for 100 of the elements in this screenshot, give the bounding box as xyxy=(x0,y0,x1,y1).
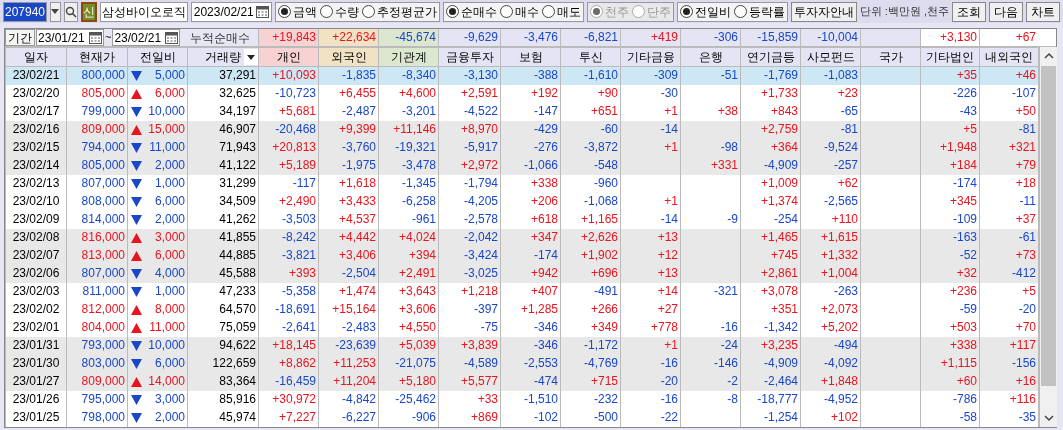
code-field[interactable]: 207940 xyxy=(3,1,47,22)
table-cell: +206 xyxy=(500,192,561,211)
column-header[interactable]: 사모펀드 xyxy=(800,47,861,67)
radio-option[interactable]: 등락률 xyxy=(733,2,785,21)
table-cell: -25,462 xyxy=(378,390,439,409)
column-header[interactable]: 은행 xyxy=(680,47,741,67)
table-cell: +1,902 xyxy=(560,246,621,265)
guide-button[interactable]: 투자자안내 xyxy=(790,1,857,22)
table-cell: +1,332 xyxy=(800,246,861,265)
table-cell: +1,615 xyxy=(800,228,861,247)
table-cell: -2,504 xyxy=(318,264,379,283)
table-cell: -20 xyxy=(979,300,1039,319)
column-header[interactable]: 개인 xyxy=(258,47,319,67)
radio-option[interactable]: 매도 xyxy=(541,2,581,21)
table-cell: +15,164 xyxy=(318,300,379,319)
column-header[interactable]: 내외국인 xyxy=(979,47,1039,67)
end-date-field[interactable]: 23/02/21 xyxy=(112,29,181,46)
table-cell: -2,487 xyxy=(318,102,379,121)
table-cell: 23/02/03 xyxy=(5,282,67,301)
column-header[interactable]: 기관계 xyxy=(378,47,439,67)
radio-option[interactable]: 순매수 xyxy=(445,2,497,21)
column-header[interactable]: 현재가 xyxy=(66,47,128,67)
sort-dropdown-icon[interactable] xyxy=(244,49,258,65)
column-header[interactable]: 연기금등 xyxy=(740,47,801,67)
radio-option[interactable]: 수량 xyxy=(319,2,359,21)
column-header[interactable]: 기타금융 xyxy=(620,47,681,67)
table-cell: +1,115 xyxy=(920,354,980,373)
change-value: 6,000 xyxy=(154,193,185,210)
column-header[interactable]: 기타법인 xyxy=(920,47,980,67)
column-header[interactable]: 보험 xyxy=(500,47,561,67)
table-cell: 23/02/07 xyxy=(5,246,67,265)
table-cell: -3,760 xyxy=(318,138,379,157)
table-cell: -147 xyxy=(500,102,561,121)
change-value: 11,000 xyxy=(149,139,185,156)
table-cell: -8 xyxy=(680,390,741,409)
date-field[interactable]: 2023/02/21 xyxy=(190,1,272,22)
table-cell: 34,197 xyxy=(187,102,259,121)
column-header[interactable]: 일자 xyxy=(5,47,67,67)
table-cell: 23/02/17 xyxy=(5,102,67,121)
table-cell: +184 xyxy=(920,156,980,175)
column-header[interactable]: 국가 xyxy=(860,47,921,67)
table-cell: -52 xyxy=(920,246,980,265)
column-header[interactable]: 거래량 xyxy=(187,47,259,67)
table-cell: +73 xyxy=(979,246,1039,265)
table-cell: +869 xyxy=(438,408,501,427)
radio-option[interactable]: 금액 xyxy=(277,2,317,21)
table-cell: 803,000 xyxy=(66,354,128,373)
stock-name-field[interactable]: 삼성바이오로직 xyxy=(99,1,188,22)
radio-option[interactable]: 추정평균가 xyxy=(361,2,437,21)
table-cell: 122,659 xyxy=(187,354,259,373)
table-cell: +110 xyxy=(800,210,861,229)
calendar-icon[interactable] xyxy=(255,5,269,18)
table-cell: 809,000 xyxy=(66,120,128,139)
column-header[interactable]: 투신 xyxy=(560,47,621,67)
table-cell: -102 xyxy=(500,408,561,427)
table-cell: -4,205 xyxy=(438,192,501,211)
change-value: 8,000 xyxy=(154,301,185,318)
toolbar-button[interactable]: 차트 xyxy=(1026,1,1060,22)
table-cell: 813,000 xyxy=(66,246,128,265)
dropdown-button[interactable] xyxy=(50,1,61,22)
change-value: 2,000 xyxy=(154,409,185,426)
table-cell: +117 xyxy=(979,336,1039,355)
table-cell: -18,691 xyxy=(258,300,319,319)
table-cell: -18,777 xyxy=(740,390,801,409)
column-header[interactable]: 금융투자 xyxy=(438,47,501,67)
table-cell: +10,093 xyxy=(258,66,319,85)
column-header[interactable]: 전일비 xyxy=(127,47,188,67)
table-cell: 23/02/13 xyxy=(5,174,67,193)
table-cell: -960 xyxy=(560,174,621,193)
table-cell: -21,075 xyxy=(378,354,439,373)
radio-option[interactable]: 매수 xyxy=(499,2,539,21)
table-cell: -156 xyxy=(979,354,1039,373)
table-cell: -16 xyxy=(620,354,681,373)
change-value: 6,000 xyxy=(154,247,185,264)
table-cell: +1,374 xyxy=(740,192,801,211)
calendar-icon[interactable] xyxy=(165,31,179,44)
radio-option[interactable]: 전일비 xyxy=(679,2,731,21)
toolbar-button[interactable]: 다음 xyxy=(989,1,1023,22)
table-cell: -98 xyxy=(680,138,741,157)
table-cell: +13 xyxy=(620,228,681,247)
table-cell: -1,510 xyxy=(500,390,561,409)
calendar-icon[interactable] xyxy=(89,31,102,44)
table-cell: -2,464 xyxy=(740,372,801,391)
toolbar-button[interactable]: 조회 xyxy=(952,1,986,22)
total-cell: +3,130 xyxy=(920,29,979,46)
column-header[interactable]: 외국인 xyxy=(318,47,379,67)
table-cell: -321 xyxy=(680,282,741,301)
table-cell: +321 xyxy=(979,138,1039,157)
table-cell: -786 xyxy=(920,390,980,409)
table-cell: +14 xyxy=(620,282,681,301)
table-cell: +338 xyxy=(920,336,980,355)
search-button[interactable] xyxy=(63,1,78,22)
table-cell: +1,948 xyxy=(920,138,980,157)
scroll-thumb[interactable] xyxy=(1041,66,1056,386)
table-cell: +6,455 xyxy=(318,84,379,103)
table-cell: 32,625 xyxy=(187,84,259,103)
start-date-field[interactable]: 23/01/21 xyxy=(36,29,104,46)
table-cell: -61 xyxy=(979,228,1039,247)
table-cell: -2,483 xyxy=(318,318,379,337)
scrollbar[interactable] xyxy=(1039,47,1057,427)
